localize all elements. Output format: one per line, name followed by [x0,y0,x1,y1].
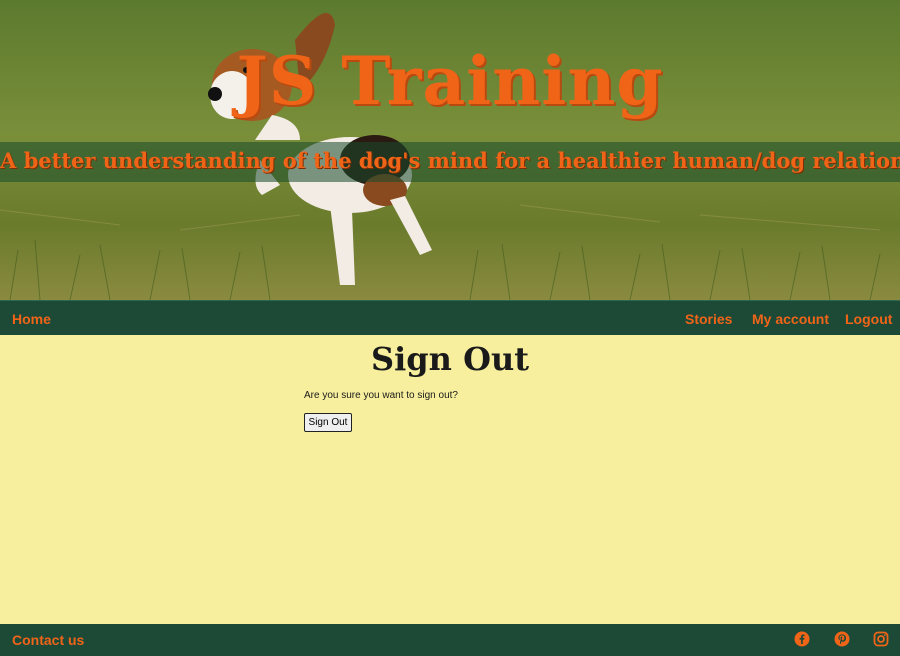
facebook-icon[interactable] [794,631,810,647]
signout-question: Are you sure you want to sign out? [304,390,458,401]
main-content: Sign Out Are you sure you want to sign o… [0,335,900,624]
pinterest-icon[interactable] [834,631,850,647]
site-tagline: A better understanding of the dog's mind… [0,148,900,173]
nav-stories-link[interactable]: Stories [685,311,732,327]
contact-us-link[interactable]: Contact us [12,632,84,648]
nav-logout-link[interactable]: Logout [845,311,892,327]
page-title: Sign Out [371,340,529,378]
sign-out-button[interactable]: Sign Out [304,413,352,432]
site-title: JS Training [236,42,664,120]
nav-home-link[interactable]: Home [12,311,51,327]
nav-my-account-link[interactable]: My account [752,311,829,327]
instagram-icon[interactable] [873,631,889,647]
main-navbar: Home Stories My account Logout [0,300,900,335]
hero-banner: JS Training A better understanding of th… [0,0,900,300]
site-footer: Contact us [0,624,900,656]
